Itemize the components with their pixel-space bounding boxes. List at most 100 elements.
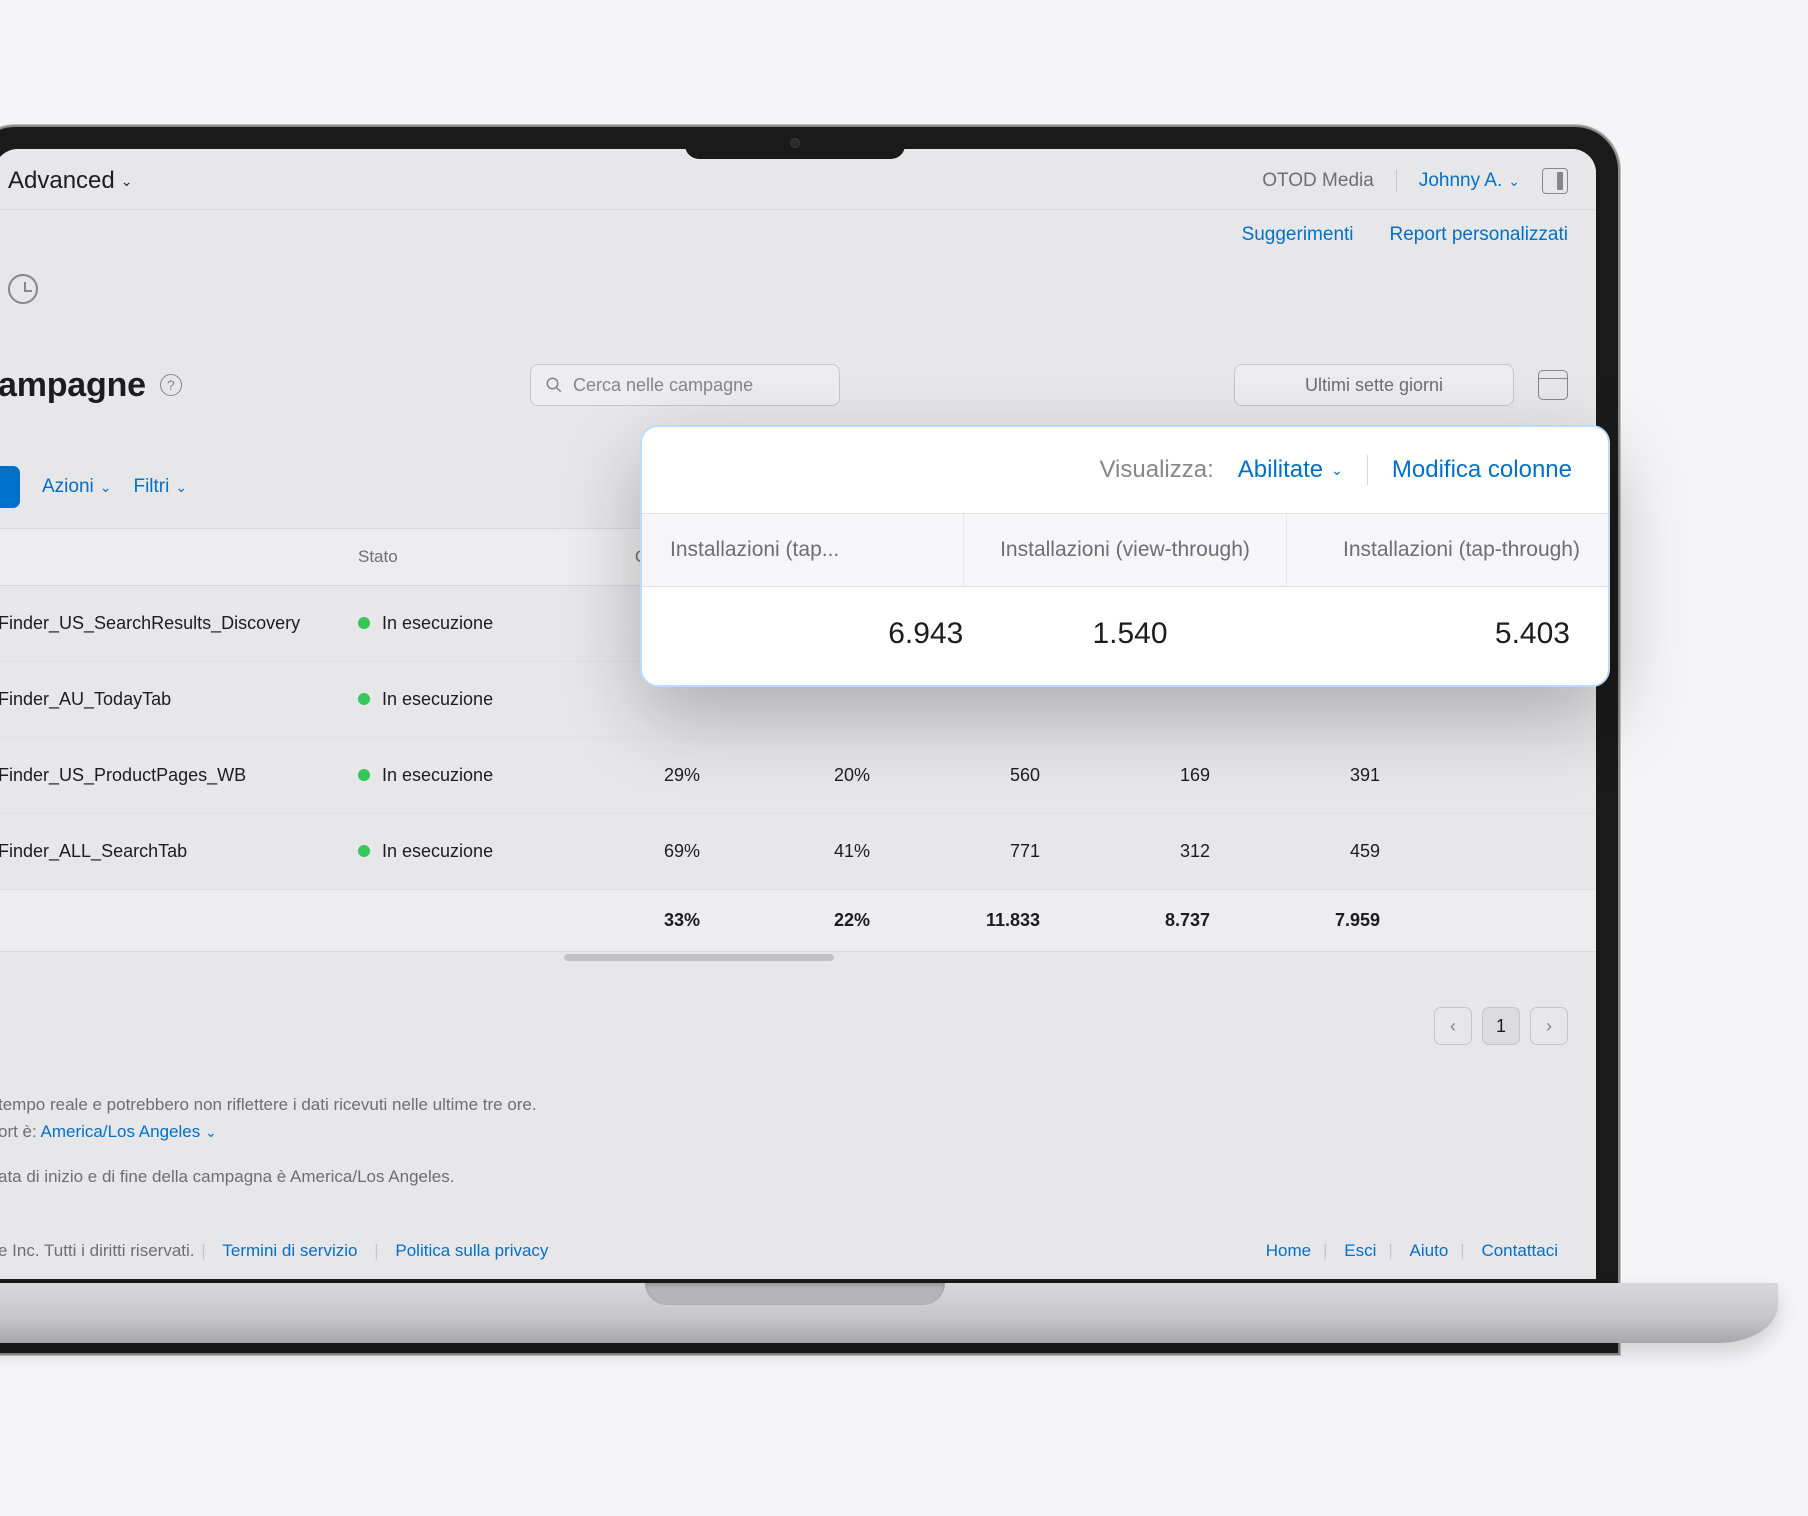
pop-value: 6.943 bbox=[670, 617, 983, 651]
campaign-state: In esecuzione bbox=[344, 817, 574, 886]
logout-link[interactable]: Esci bbox=[1344, 1241, 1376, 1260]
org-name: OTOD Media bbox=[1262, 170, 1374, 192]
date-range-picker[interactable]: Ultimi sette giorni bbox=[1234, 364, 1514, 406]
privacy-link[interactable]: Politica sulla privacy bbox=[395, 1241, 548, 1260]
suggestions-link[interactable]: Suggerimenti bbox=[1242, 224, 1354, 246]
timezone-link[interactable]: America/Los Angeles ⌄ bbox=[41, 1122, 217, 1141]
divider bbox=[1396, 170, 1397, 192]
total: 8.737 bbox=[1054, 890, 1224, 951]
app-root: Advanced ⌄ OTOD Media Johnny A. ⌄ Sugger… bbox=[0, 149, 1596, 1279]
total-cr: 33% bbox=[574, 890, 714, 951]
campaign-name: Finder_ALL_SearchTab bbox=[0, 817, 344, 886]
search-input[interactable]: Cerca nelle campagne bbox=[530, 364, 840, 406]
cell: 69% bbox=[574, 817, 714, 886]
chevron-down-icon: ⌄ bbox=[121, 173, 133, 190]
filters-menu[interactable]: Filtri ⌄ bbox=[133, 476, 187, 498]
chevron-down-icon: ⌄ bbox=[175, 479, 187, 496]
next-page-button[interactable]: › bbox=[1530, 1007, 1568, 1045]
date-range-label: Ultimi sette giorni bbox=[1305, 375, 1443, 396]
contact-link[interactable]: Contattaci bbox=[1481, 1241, 1558, 1260]
actions-label: Azioni bbox=[42, 476, 94, 498]
table-row[interactable]: Finder_US_ProductPages_WB In esecuzione … bbox=[0, 738, 1596, 814]
campaign-name: Finder_AU_TodayTab bbox=[0, 665, 344, 734]
columns-popover: Visualizza: Abilitate ⌄ Modifica colonne… bbox=[640, 425, 1610, 687]
subbar: Suggerimenti Report personalizzati bbox=[0, 210, 1596, 260]
horizontal-scrollbar[interactable] bbox=[564, 954, 834, 961]
search-placeholder: Cerca nelle campagne bbox=[573, 375, 753, 396]
table-row[interactable]: Finder_ALL_SearchTab In esecuzione 69% 4… bbox=[0, 814, 1596, 890]
note-line: ort è: America/Los Angeles ⌄ bbox=[0, 1118, 1592, 1145]
col-name[interactable] bbox=[0, 529, 344, 585]
campaign-state: In esecuzione bbox=[344, 589, 574, 658]
help-link[interactable]: Aiuto bbox=[1410, 1241, 1449, 1260]
cell: 560 bbox=[884, 741, 1054, 810]
user-name: Johnny A. bbox=[1419, 170, 1502, 192]
edit-columns-link[interactable]: Modifica colonne bbox=[1392, 456, 1572, 484]
total: 7.959 bbox=[1224, 890, 1394, 951]
popover-columns: Installazioni (tap... Installazioni (vie… bbox=[642, 513, 1608, 587]
history-icon[interactable] bbox=[8, 274, 38, 304]
cell: 169 bbox=[1054, 741, 1224, 810]
chevron-down-icon: ⌄ bbox=[1508, 173, 1520, 190]
total: 22% bbox=[714, 890, 884, 951]
footer: e Inc. Tutti i diritti riservati. | Term… bbox=[0, 1241, 1596, 1261]
cell: 41% bbox=[714, 817, 884, 886]
home-link[interactable]: Home bbox=[1266, 1241, 1311, 1260]
page-title: ampagne bbox=[0, 366, 146, 405]
user-menu[interactable]: Johnny A. ⌄ bbox=[1419, 170, 1520, 192]
tz-label: America/Los Angeles bbox=[41, 1122, 201, 1141]
divider bbox=[1367, 455, 1368, 485]
actions-menu[interactable]: Azioni ⌄ bbox=[42, 476, 111, 498]
reports-link[interactable]: Report personalizzati bbox=[1390, 224, 1568, 246]
note-text: ort è: bbox=[0, 1122, 41, 1141]
view-value: Abilitate bbox=[1238, 456, 1323, 484]
pop-value: 1.540 bbox=[983, 617, 1276, 651]
popover-header: Visualizza: Abilitate ⌄ Modifica colonne bbox=[642, 427, 1608, 513]
calendar-icon[interactable] bbox=[1538, 370, 1568, 400]
state-label: In esecuzione bbox=[382, 841, 493, 861]
view-label: Visualizza: bbox=[1099, 456, 1213, 484]
popover-values: 6.943 1.540 5.403 bbox=[642, 587, 1608, 685]
table-footer: 33% 22% 11.833 8.737 7.959 bbox=[0, 890, 1596, 952]
total: 11.833 bbox=[884, 890, 1054, 951]
plan-label: Advanced bbox=[8, 167, 115, 195]
campaign-state: In esecuzione bbox=[344, 741, 574, 810]
thumb-notch bbox=[645, 1283, 945, 1305]
title-row: ampagne ? Cerca nelle campagne Ultimi se… bbox=[0, 304, 1596, 422]
prev-page-button[interactable]: ‹ bbox=[1434, 1007, 1472, 1045]
cell: 29% bbox=[574, 741, 714, 810]
state-label: In esecuzione bbox=[382, 765, 493, 785]
notes: tempo reale e potrebbero non riflettere … bbox=[0, 1091, 1596, 1191]
filters-label: Filtri bbox=[133, 476, 169, 498]
cell: 459 bbox=[1224, 817, 1394, 886]
info-icon[interactable]: ? bbox=[160, 374, 182, 396]
campaign-name: Finder_US_SearchResults_Discovery bbox=[0, 589, 344, 658]
cell: 391 bbox=[1224, 741, 1394, 810]
pop-col-header[interactable]: Installazioni (view-through) bbox=[964, 514, 1286, 586]
page-number[interactable]: 1 bbox=[1482, 1007, 1520, 1045]
note-line: ata di inizio e di fine della campagna è… bbox=[0, 1163, 1592, 1190]
campaign-name: Finder_US_ProductPages_WB bbox=[0, 741, 344, 810]
terms-link[interactable]: Termini di servizio bbox=[222, 1241, 357, 1260]
copyright: e Inc. Tutti i diritti riservati. bbox=[0, 1241, 195, 1260]
laptop-base bbox=[0, 1283, 1778, 1373]
create-button[interactable] bbox=[0, 466, 20, 508]
pop-col-header[interactable]: Installazioni (tap... bbox=[642, 514, 964, 586]
status-dot-icon bbox=[358, 845, 370, 857]
state-label: In esecuzione bbox=[382, 613, 493, 633]
view-select[interactable]: Abilitate ⌄ bbox=[1238, 456, 1343, 484]
plan-selector[interactable]: Advanced ⌄ bbox=[8, 167, 132, 195]
chevron-down-icon: ⌄ bbox=[205, 1124, 217, 1140]
status-dot-icon bbox=[358, 617, 370, 629]
pagination: ‹ 1 › bbox=[0, 961, 1596, 1091]
laptop-frame: Advanced ⌄ OTOD Media Johnny A. ⌄ Sugger… bbox=[0, 125, 1620, 1355]
chevron-down-icon: ⌄ bbox=[1331, 462, 1343, 479]
search-icon bbox=[545, 376, 563, 394]
pop-col-header[interactable]: Installazioni (tap-through) bbox=[1287, 514, 1608, 586]
status-dot-icon bbox=[358, 693, 370, 705]
screen: Advanced ⌄ OTOD Media Johnny A. ⌄ Sugger… bbox=[0, 149, 1596, 1279]
col-state[interactable]: Stato bbox=[344, 529, 574, 585]
sidebar-toggle-icon[interactable] bbox=[1542, 168, 1568, 194]
status-dot-icon bbox=[358, 769, 370, 781]
campaign-state: In esecuzione bbox=[344, 665, 574, 734]
